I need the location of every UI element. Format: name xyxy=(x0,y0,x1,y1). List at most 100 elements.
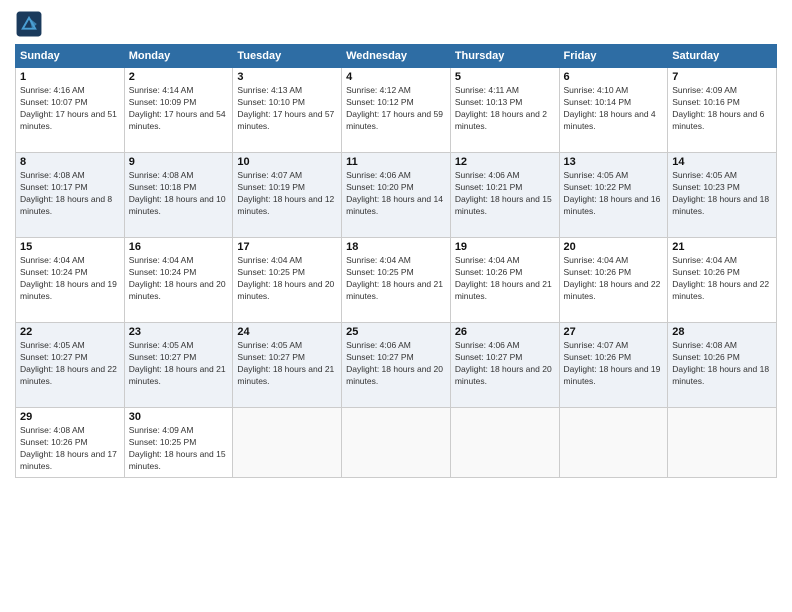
calendar-cell xyxy=(450,408,559,478)
day-header-tuesday: Tuesday xyxy=(233,45,342,68)
day-info: Sunrise: 4:04 AM Sunset: 10:26 PM Daylig… xyxy=(672,255,772,303)
day-info: Sunrise: 4:08 AM Sunset: 10:26 PM Daylig… xyxy=(672,340,772,388)
day-number: 18 xyxy=(346,241,446,253)
day-number: 28 xyxy=(672,326,772,338)
calendar-cell: 29 Sunrise: 4:08 AM Sunset: 10:26 PM Day… xyxy=(16,408,125,478)
calendar-week-5: 29 Sunrise: 4:08 AM Sunset: 10:26 PM Day… xyxy=(16,408,777,478)
calendar-cell xyxy=(559,408,668,478)
calendar-cell xyxy=(342,408,451,478)
day-info: Sunrise: 4:06 AM Sunset: 10:27 PM Daylig… xyxy=(346,340,446,388)
day-header-wednesday: Wednesday xyxy=(342,45,451,68)
day-number: 1 xyxy=(20,71,120,83)
calendar-cell: 8 Sunrise: 4:08 AM Sunset: 10:17 PM Dayl… xyxy=(16,153,125,238)
calendar-cell: 1 Sunrise: 4:16 AM Sunset: 10:07 PM Dayl… xyxy=(16,68,125,153)
calendar-cell: 30 Sunrise: 4:09 AM Sunset: 10:25 PM Day… xyxy=(124,408,233,478)
day-info: Sunrise: 4:16 AM Sunset: 10:07 PM Daylig… xyxy=(20,85,120,133)
day-info: Sunrise: 4:04 AM Sunset: 10:25 PM Daylig… xyxy=(346,255,446,303)
day-info: Sunrise: 4:04 AM Sunset: 10:26 PM Daylig… xyxy=(564,255,664,303)
day-info: Sunrise: 4:09 AM Sunset: 10:16 PM Daylig… xyxy=(672,85,772,133)
logo-icon xyxy=(15,10,43,38)
calendar-cell: 3 Sunrise: 4:13 AM Sunset: 10:10 PM Dayl… xyxy=(233,68,342,153)
day-number: 12 xyxy=(455,156,555,168)
day-number: 15 xyxy=(20,241,120,253)
day-number: 26 xyxy=(455,326,555,338)
header xyxy=(15,10,777,38)
calendar-cell: 20 Sunrise: 4:04 AM Sunset: 10:26 PM Day… xyxy=(559,238,668,323)
day-number: 13 xyxy=(564,156,664,168)
calendar-week-4: 22 Sunrise: 4:05 AM Sunset: 10:27 PM Day… xyxy=(16,323,777,408)
calendar-cell: 5 Sunrise: 4:11 AM Sunset: 10:13 PM Dayl… xyxy=(450,68,559,153)
calendar-cell: 6 Sunrise: 4:10 AM Sunset: 10:14 PM Dayl… xyxy=(559,68,668,153)
day-number: 6 xyxy=(564,71,664,83)
calendar-cell: 7 Sunrise: 4:09 AM Sunset: 10:16 PM Dayl… xyxy=(668,68,777,153)
day-number: 4 xyxy=(346,71,446,83)
day-info: Sunrise: 4:06 AM Sunset: 10:20 PM Daylig… xyxy=(346,170,446,218)
day-info: Sunrise: 4:05 AM Sunset: 10:27 PM Daylig… xyxy=(20,340,120,388)
calendar-cell: 4 Sunrise: 4:12 AM Sunset: 10:12 PM Dayl… xyxy=(342,68,451,153)
calendar-cell: 23 Sunrise: 4:05 AM Sunset: 10:27 PM Day… xyxy=(124,323,233,408)
day-info: Sunrise: 4:04 AM Sunset: 10:24 PM Daylig… xyxy=(129,255,229,303)
calendar-cell xyxy=(233,408,342,478)
calendar-cell: 13 Sunrise: 4:05 AM Sunset: 10:22 PM Day… xyxy=(559,153,668,238)
logo xyxy=(15,10,47,38)
calendar-cell: 16 Sunrise: 4:04 AM Sunset: 10:24 PM Day… xyxy=(124,238,233,323)
day-info: Sunrise: 4:09 AM Sunset: 10:25 PM Daylig… xyxy=(129,425,229,473)
day-number: 5 xyxy=(455,71,555,83)
day-header-sunday: Sunday xyxy=(16,45,125,68)
day-header-saturday: Saturday xyxy=(668,45,777,68)
calendar-cell: 12 Sunrise: 4:06 AM Sunset: 10:21 PM Day… xyxy=(450,153,559,238)
calendar-cell: 19 Sunrise: 4:04 AM Sunset: 10:26 PM Day… xyxy=(450,238,559,323)
day-info: Sunrise: 4:08 AM Sunset: 10:17 PM Daylig… xyxy=(20,170,120,218)
day-number: 8 xyxy=(20,156,120,168)
day-info: Sunrise: 4:06 AM Sunset: 10:27 PM Daylig… xyxy=(455,340,555,388)
day-number: 19 xyxy=(455,241,555,253)
day-number: 24 xyxy=(237,326,337,338)
day-number: 25 xyxy=(346,326,446,338)
calendar-cell: 15 Sunrise: 4:04 AM Sunset: 10:24 PM Day… xyxy=(16,238,125,323)
day-info: Sunrise: 4:07 AM Sunset: 10:26 PM Daylig… xyxy=(564,340,664,388)
calendar-cell: 2 Sunrise: 4:14 AM Sunset: 10:09 PM Dayl… xyxy=(124,68,233,153)
calendar-cell: 11 Sunrise: 4:06 AM Sunset: 10:20 PM Day… xyxy=(342,153,451,238)
day-info: Sunrise: 4:06 AM Sunset: 10:21 PM Daylig… xyxy=(455,170,555,218)
day-info: Sunrise: 4:08 AM Sunset: 10:18 PM Daylig… xyxy=(129,170,229,218)
day-number: 21 xyxy=(672,241,772,253)
day-number: 20 xyxy=(564,241,664,253)
day-info: Sunrise: 4:10 AM Sunset: 10:14 PM Daylig… xyxy=(564,85,664,133)
day-info: Sunrise: 4:05 AM Sunset: 10:23 PM Daylig… xyxy=(672,170,772,218)
day-number: 14 xyxy=(672,156,772,168)
day-number: 27 xyxy=(564,326,664,338)
day-number: 11 xyxy=(346,156,446,168)
day-header-friday: Friday xyxy=(559,45,668,68)
calendar-cell: 18 Sunrise: 4:04 AM Sunset: 10:25 PM Day… xyxy=(342,238,451,323)
calendar-week-1: 1 Sunrise: 4:16 AM Sunset: 10:07 PM Dayl… xyxy=(16,68,777,153)
calendar-cell: 26 Sunrise: 4:06 AM Sunset: 10:27 PM Day… xyxy=(450,323,559,408)
day-info: Sunrise: 4:13 AM Sunset: 10:10 PM Daylig… xyxy=(237,85,337,133)
calendar-cell: 27 Sunrise: 4:07 AM Sunset: 10:26 PM Day… xyxy=(559,323,668,408)
page: SundayMondayTuesdayWednesdayThursdayFrid… xyxy=(0,0,792,612)
day-number: 10 xyxy=(237,156,337,168)
day-number: 16 xyxy=(129,241,229,253)
calendar-week-2: 8 Sunrise: 4:08 AM Sunset: 10:17 PM Dayl… xyxy=(16,153,777,238)
day-info: Sunrise: 4:08 AM Sunset: 10:26 PM Daylig… xyxy=(20,425,120,473)
day-info: Sunrise: 4:05 AM Sunset: 10:27 PM Daylig… xyxy=(129,340,229,388)
day-info: Sunrise: 4:11 AM Sunset: 10:13 PM Daylig… xyxy=(455,85,555,133)
calendar-cell: 14 Sunrise: 4:05 AM Sunset: 10:23 PM Day… xyxy=(668,153,777,238)
calendar-cell: 10 Sunrise: 4:07 AM Sunset: 10:19 PM Day… xyxy=(233,153,342,238)
calendar-cell: 25 Sunrise: 4:06 AM Sunset: 10:27 PM Day… xyxy=(342,323,451,408)
day-info: Sunrise: 4:14 AM Sunset: 10:09 PM Daylig… xyxy=(129,85,229,133)
day-info: Sunrise: 4:07 AM Sunset: 10:19 PM Daylig… xyxy=(237,170,337,218)
calendar-header-row: SundayMondayTuesdayWednesdayThursdayFrid… xyxy=(16,45,777,68)
calendar-week-3: 15 Sunrise: 4:04 AM Sunset: 10:24 PM Day… xyxy=(16,238,777,323)
day-number: 2 xyxy=(129,71,229,83)
day-header-monday: Monday xyxy=(124,45,233,68)
day-info: Sunrise: 4:04 AM Sunset: 10:25 PM Daylig… xyxy=(237,255,337,303)
day-info: Sunrise: 4:04 AM Sunset: 10:24 PM Daylig… xyxy=(20,255,120,303)
day-number: 17 xyxy=(237,241,337,253)
calendar-cell: 17 Sunrise: 4:04 AM Sunset: 10:25 PM Day… xyxy=(233,238,342,323)
day-number: 9 xyxy=(129,156,229,168)
day-info: Sunrise: 4:05 AM Sunset: 10:27 PM Daylig… xyxy=(237,340,337,388)
calendar-cell: 28 Sunrise: 4:08 AM Sunset: 10:26 PM Day… xyxy=(668,323,777,408)
day-header-thursday: Thursday xyxy=(450,45,559,68)
calendar-cell: 24 Sunrise: 4:05 AM Sunset: 10:27 PM Day… xyxy=(233,323,342,408)
day-number: 30 xyxy=(129,411,229,423)
